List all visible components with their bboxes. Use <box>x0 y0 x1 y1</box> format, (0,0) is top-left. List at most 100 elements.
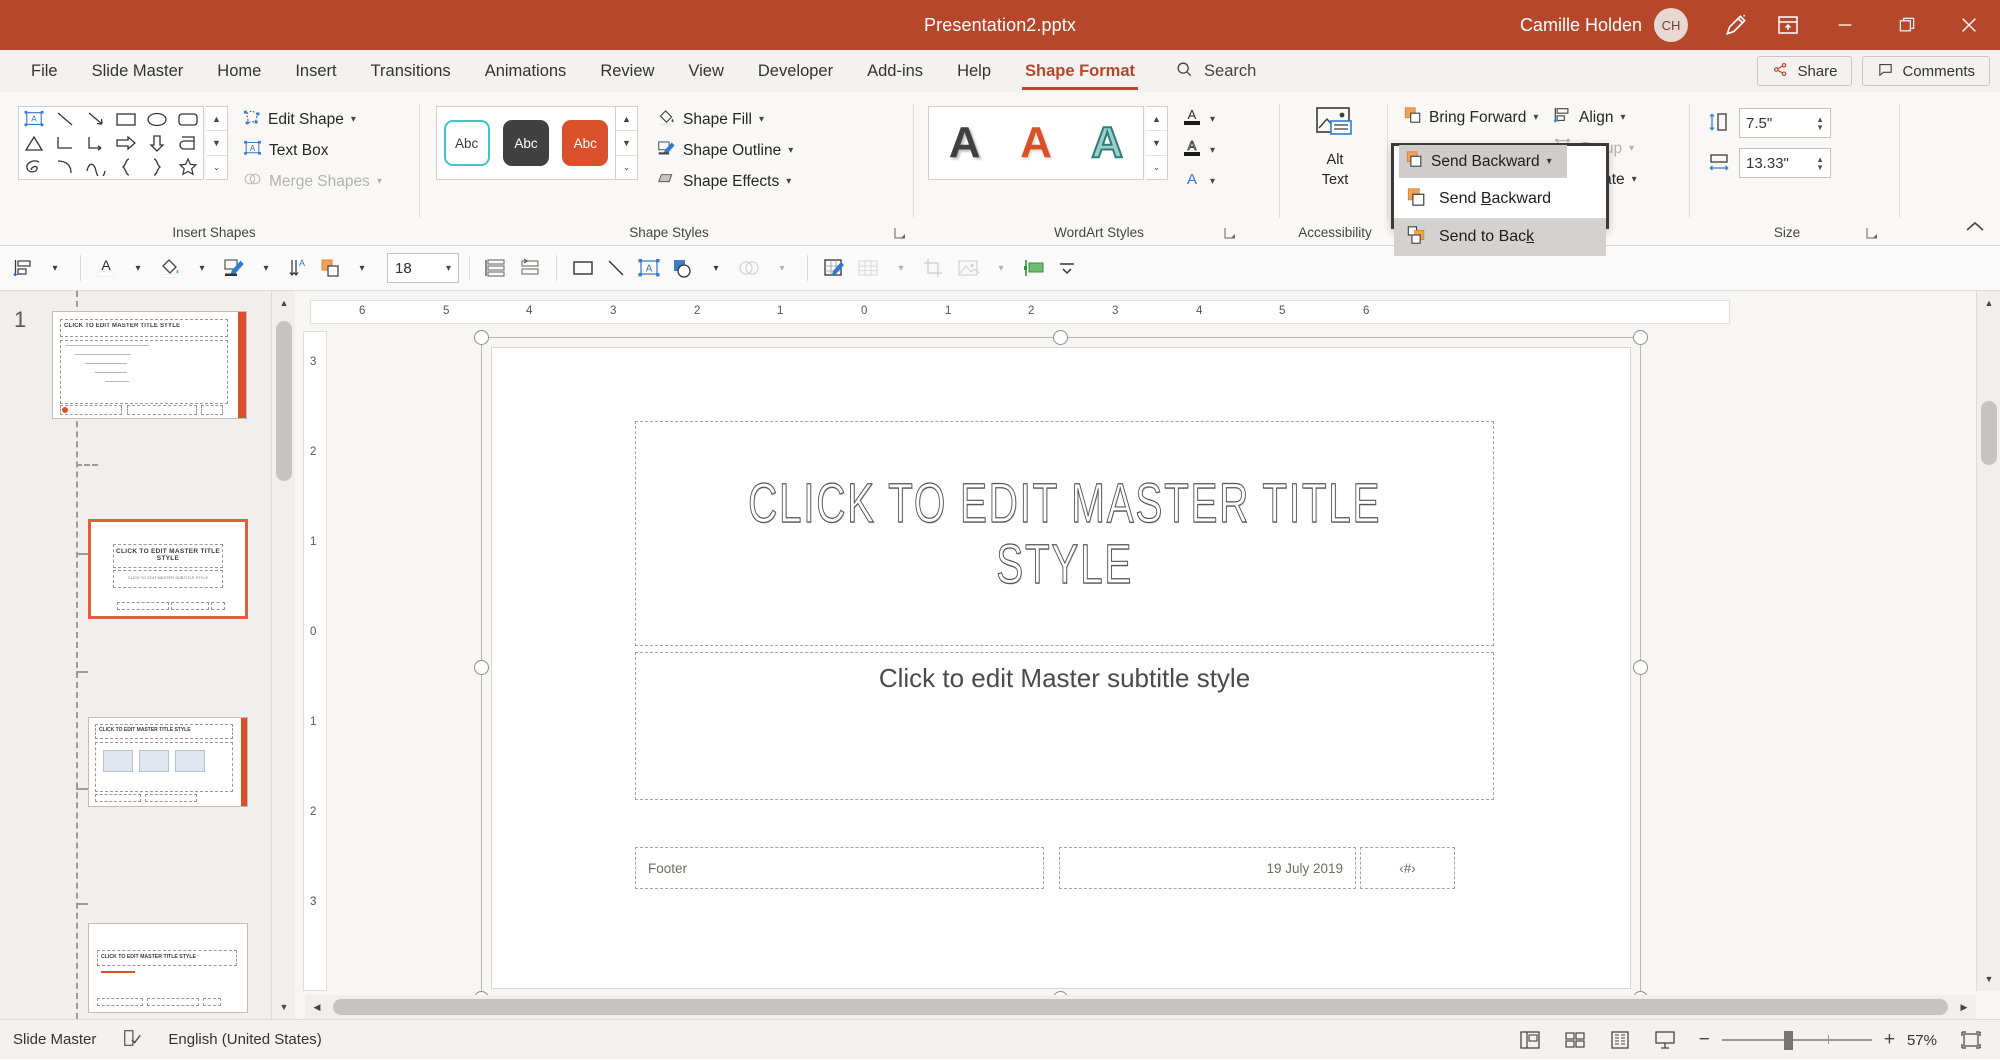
wordart-gallery[interactable]: A A A <box>928 106 1144 180</box>
tab-shape-format[interactable]: Shape Format <box>1008 50 1152 92</box>
share-button[interactable]: Share <box>1757 56 1852 86</box>
slide-vertical-scrollbar[interactable]: ▲ ▼ <box>1976 291 2000 991</box>
zoom-in-button[interactable]: + <box>1884 1029 1895 1051</box>
rounded-rectangle-shape-icon[interactable] <box>172 107 203 131</box>
search-box[interactable]: Search <box>1152 59 1270 84</box>
fit-slide-to-window-button[interactable] <box>1950 1020 1992 1060</box>
line-shape-icon[interactable] <box>50 107 81 131</box>
scroll-left-arrow[interactable]: ◀ <box>305 995 329 1019</box>
shapes-button[interactable] <box>667 251 699 285</box>
align-button[interactable]: Align ▾ <box>1548 102 1642 133</box>
text-box-button[interactable]: A <box>633 251 665 285</box>
arc-shape-icon[interactable] <box>50 155 81 179</box>
chevron-down-icon[interactable]: ▾ <box>786 176 791 187</box>
tab-file[interactable]: File <box>14 50 75 92</box>
right-arrow-shape-icon[interactable] <box>111 131 142 155</box>
resize-handle-middle-right[interactable] <box>1633 660 1648 675</box>
shapes-gallery[interactable]: A <box>18 106 204 180</box>
text-box-shape-icon[interactable]: A <box>19 107 50 131</box>
oval-shape-icon[interactable] <box>142 107 173 131</box>
title-slide-layout-thumbnail[interactable]: CLICK TO EDIT MASTER TITLESTYLE CLICK TO… <box>88 519 248 619</box>
shape-styles-dialog-launcher[interactable] <box>894 227 906 239</box>
gallery-more-icon[interactable]: ⌄ <box>1146 156 1167 179</box>
collapse-ribbon-button[interactable] <box>1964 220 1986 237</box>
zoom-slider-handle[interactable] <box>1784 1031 1793 1050</box>
tab-help[interactable]: Help <box>940 50 1008 92</box>
chevron-down-icon[interactable]: ▾ <box>1210 145 1215 156</box>
shape-style-swatch[interactable]: Abc <box>562 120 608 166</box>
shape-height-input[interactable]: 7.5" ▲▼ <box>1739 108 1831 138</box>
wordart-gallery-scroll[interactable]: ▲ ▼ ⌄ <box>1146 106 1168 180</box>
resize-handle-top-left[interactable] <box>474 330 489 345</box>
shape-fill-button[interactable] <box>155 251 185 285</box>
send-backward-split-button[interactable]: Send Backward ▾ <box>1399 145 1567 178</box>
resize-handle-middle-left[interactable] <box>474 660 489 675</box>
shape-outline-button[interactable]: Shape Outline ▾ <box>652 135 798 166</box>
resize-handle-top-center[interactable] <box>1053 330 1068 345</box>
shape-outline-button[interactable] <box>219 251 249 285</box>
scroll-up-arrow[interactable]: ▲ <box>1977 291 2000 315</box>
zoom-control[interactable]: − + 57% <box>1689 1029 1947 1051</box>
wordart-style-swatch[interactable]: A <box>1091 121 1123 165</box>
curve-shape-icon[interactable] <box>80 155 111 179</box>
shape-fill-button[interactable]: Shape Fill ▾ <box>652 104 798 135</box>
font-size-input[interactable]: 18 ▾ <box>387 253 459 283</box>
font-color-caret[interactable]: ▾ <box>123 251 153 285</box>
menu-item-send-to-back[interactable]: Send to Back <box>1394 218 1606 256</box>
tab-developer[interactable]: Developer <box>741 50 850 92</box>
scroll-up-arrow[interactable]: ▲ <box>272 291 296 315</box>
alt-text-button[interactable]: Alt Text <box>1300 104 1370 190</box>
text-fill-button[interactable]: A ▾ <box>1176 104 1220 135</box>
wordart-style-swatch[interactable]: A <box>1020 121 1052 165</box>
horizontal-ruler[interactable]: 6 5 4 3 2 1 0 1 2 3 4 5 6 <box>310 300 1730 324</box>
text-effects-button[interactable]: A ▾ <box>1176 166 1220 197</box>
chevron-down-icon[interactable]: ▾ <box>1210 176 1215 187</box>
chevron-down-icon[interactable]: ▾ <box>1547 156 1552 167</box>
close-button[interactable] <box>1938 0 2000 50</box>
reading-view-button[interactable] <box>1599 1020 1641 1060</box>
scroll-down-arrow[interactable]: ▼ <box>272 995 296 1019</box>
arrange-objects-caret[interactable]: ▾ <box>347 251 377 285</box>
align-top-button[interactable] <box>480 251 512 285</box>
gallery-more-icon[interactable]: ⌄ <box>616 156 637 179</box>
tab-add-ins[interactable]: Add-ins <box>850 50 940 92</box>
section-header-layout-thumbnail[interactable]: CLICK TO EDIT MASTER TITLE STYLE <box>88 923 248 1013</box>
spinner-arrows[interactable]: ▲▼ <box>1816 116 1824 131</box>
left-brace-shape-icon[interactable] <box>111 155 142 179</box>
arrange-objects-button[interactable] <box>315 251 345 285</box>
scrollbar-thumb[interactable] <box>1981 401 1997 465</box>
gallery-more-icon[interactable]: ⌄ <box>206 156 227 179</box>
gallery-scroll-up-icon[interactable]: ▲ <box>206 107 227 131</box>
star-shape-icon[interactable] <box>172 155 203 179</box>
sort-button[interactable]: A <box>283 251 313 285</box>
align-middle-button[interactable] <box>514 251 546 285</box>
shape-style-swatch[interactable]: Abc <box>503 120 549 166</box>
flowchart-shape-icon[interactable] <box>172 131 203 155</box>
minimize-button[interactable] <box>1814 0 1876 50</box>
scrollbar-thumb[interactable] <box>333 999 1948 1015</box>
comments-button[interactable]: Comments <box>1862 56 1990 86</box>
master-slide-thumbnail[interactable]: CLICK TO EDIT MASTER TITLE STYLE <box>52 311 247 419</box>
restore-button[interactable] <box>1876 0 1938 50</box>
scribble-shape-icon[interactable] <box>19 155 50 179</box>
down-arrow-shape-icon[interactable] <box>142 131 173 155</box>
shape-style-swatch[interactable]: Abc <box>444 120 490 166</box>
resize-handle-top-right[interactable] <box>1633 330 1648 345</box>
scroll-down-arrow[interactable]: ▼ <box>1977 967 2000 991</box>
overflow-button[interactable] <box>1052 251 1082 285</box>
thumbnail-pane-scrollbar[interactable]: ▲ ▼ <box>271 291 295 1019</box>
zoom-percent-label[interactable]: 57% <box>1907 1032 1937 1049</box>
avatar[interactable]: CH <box>1654 8 1688 42</box>
normal-view-button[interactable] <box>1509 1020 1551 1060</box>
shape-outline-caret[interactable]: ▾ <box>251 251 281 285</box>
bring-forward-button[interactable]: Bring Forward ▾ <box>1398 102 1555 133</box>
zoom-out-button[interactable]: − <box>1699 1029 1710 1051</box>
tab-animations[interactable]: Animations <box>468 50 584 92</box>
wordart-style-swatch[interactable]: A <box>949 121 981 165</box>
user-name[interactable]: Camille Holden <box>1520 15 1642 36</box>
size-dialog-launcher[interactable] <box>1866 227 1878 239</box>
elbow-connector-icon[interactable] <box>50 131 81 155</box>
line-button[interactable] <box>601 251 631 285</box>
chevron-down-icon[interactable]: ▾ <box>759 114 764 125</box>
gallery-scroll-up-icon[interactable]: ▲ <box>1146 107 1167 131</box>
